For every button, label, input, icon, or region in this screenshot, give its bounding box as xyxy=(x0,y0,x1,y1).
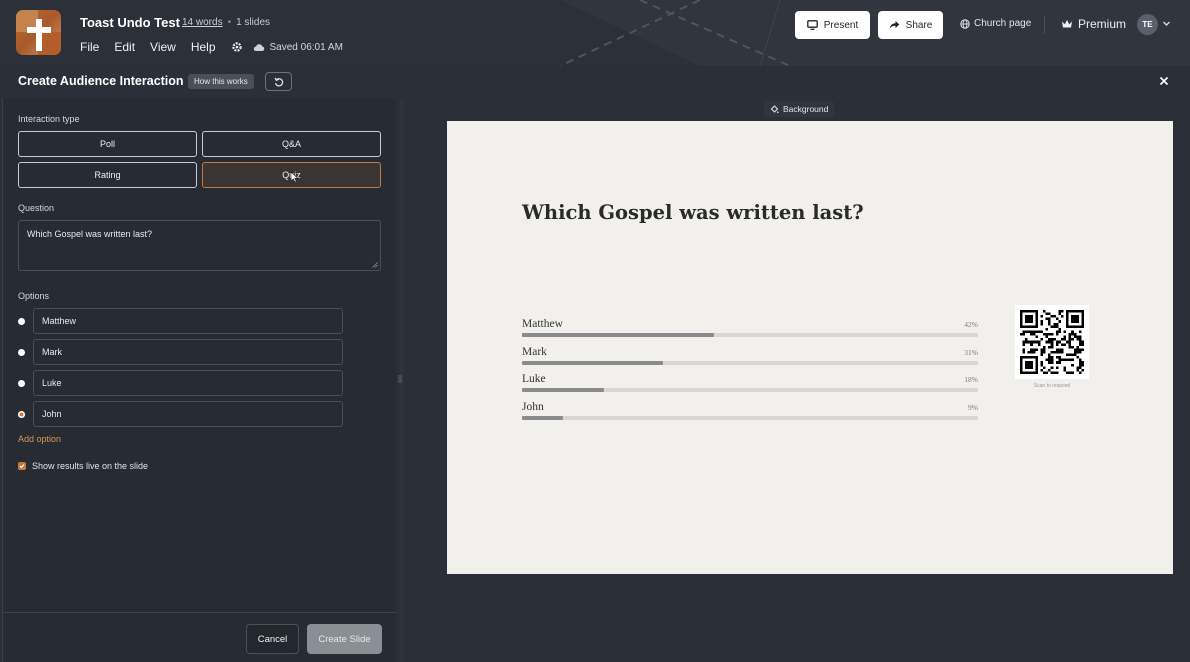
church-page-link[interactable]: Church page xyxy=(960,18,1031,29)
result-track xyxy=(522,361,978,365)
option-input[interactable]: Luke xyxy=(33,370,343,396)
menu-help[interactable]: Help xyxy=(191,40,216,54)
mouse-cursor-icon xyxy=(290,171,299,183)
correct-answer-radio[interactable] xyxy=(18,410,25,418)
menu-bar: File Edit View Help Saved 06:01 AM xyxy=(80,40,343,54)
menu-file[interactable]: File xyxy=(80,40,99,54)
saved-text: Saved 06:01 AM xyxy=(269,41,343,53)
chevron-down-icon[interactable] xyxy=(1162,19,1171,28)
result-bar: John 9% xyxy=(522,401,978,423)
result-track xyxy=(522,416,978,420)
add-option-link[interactable]: Add option xyxy=(18,434,61,444)
slide-canvas[interactable]: Which Gospel was written last? Matthew 4… xyxy=(447,121,1173,574)
interaction-type-label: Interaction type xyxy=(18,114,80,124)
qr-code-icon xyxy=(1020,310,1084,374)
drag-handle-icon[interactable] xyxy=(398,374,402,384)
background-label: Background xyxy=(783,104,829,114)
result-bar: Matthew 42% xyxy=(522,318,978,340)
show-results-label: Show results live on the slide xyxy=(32,461,149,471)
result-percent: 9% xyxy=(968,403,978,412)
slide-question: Which Gospel was written last? xyxy=(522,201,864,224)
result-label: Matthew xyxy=(522,318,563,330)
crown-icon xyxy=(1062,20,1072,28)
result-percent: 31% xyxy=(964,348,978,357)
result-label: Mark xyxy=(522,346,547,358)
option-row: Luke xyxy=(18,370,343,396)
option-radio[interactable] xyxy=(18,379,25,387)
question-text: Which Gospel was written last? xyxy=(27,229,153,239)
footer-divider xyxy=(3,612,397,613)
option-radio[interactable] xyxy=(18,348,25,356)
app-header: Toast Undo Test 14 words • 1 slides File… xyxy=(0,0,1190,66)
share-label: Share xyxy=(905,19,933,31)
type-qa-button[interactable]: Q&A xyxy=(202,131,381,157)
checkmark-icon xyxy=(19,464,25,469)
save-status: Saved 06:01 AM xyxy=(253,42,343,53)
header-decoration xyxy=(559,0,1190,66)
menu-edit[interactable]: Edit xyxy=(114,40,135,54)
gear-icon[interactable] xyxy=(231,41,243,53)
question-textarea[interactable]: Which Gospel was written last? xyxy=(18,220,381,271)
result-fill xyxy=(522,333,714,337)
present-label: Present xyxy=(823,19,859,31)
header-divider xyxy=(1044,16,1045,34)
document-title[interactable]: Toast Undo Test xyxy=(80,15,180,30)
show-results-toggle[interactable]: Show results live on the slide xyxy=(18,461,148,471)
globe-icon xyxy=(960,18,970,29)
share-arrow-icon xyxy=(889,21,899,29)
result-track xyxy=(522,388,978,392)
option-input[interactable]: Matthew xyxy=(33,308,343,334)
result-label: Luke xyxy=(522,373,546,385)
undo-icon xyxy=(273,77,283,86)
background-button[interactable]: Background xyxy=(764,101,835,117)
premium-label: Premium xyxy=(1078,17,1127,31)
type-poll-button[interactable]: Poll xyxy=(18,131,197,157)
avatar[interactable]: TE xyxy=(1137,14,1158,35)
result-fill xyxy=(522,416,564,420)
result-track xyxy=(522,333,978,337)
slide-preview-area: Background Which Gospel was written last… xyxy=(404,98,1190,662)
qr-code xyxy=(1015,305,1089,379)
result-bar: Luke 18% xyxy=(522,373,978,395)
result-fill xyxy=(522,388,605,392)
result-fill xyxy=(522,361,664,365)
result-bar: Mark 31% xyxy=(522,346,978,368)
paint-bucket-icon xyxy=(770,104,779,113)
option-row: John xyxy=(18,401,343,427)
result-percent: 18% xyxy=(964,375,978,384)
close-icon[interactable] xyxy=(1158,75,1170,87)
share-button[interactable]: Share xyxy=(878,11,943,39)
word-count[interactable]: 14 words xyxy=(182,17,223,28)
interaction-form-panel: Interaction type Poll Q&A Rating Quiz Qu… xyxy=(2,98,397,662)
how-this-works-button[interactable]: How this works xyxy=(188,74,254,89)
show-results-checkbox[interactable] xyxy=(18,462,26,470)
menu-view[interactable]: View xyxy=(150,40,176,54)
result-label: John xyxy=(522,401,544,413)
option-row: Mark xyxy=(18,339,343,365)
result-percent: 42% xyxy=(964,320,978,329)
option-row: Matthew xyxy=(18,308,343,334)
meta-separator: • xyxy=(227,17,232,28)
qr-caption: Scan to respond xyxy=(1033,383,1071,389)
premium-link[interactable]: Premium xyxy=(1061,17,1126,31)
panel-title: Create Audience Interaction xyxy=(18,74,184,88)
slide-count: 1 slides xyxy=(236,17,270,28)
question-label: Question xyxy=(18,203,55,213)
resize-handle-icon[interactable] xyxy=(372,262,378,268)
cloud-icon xyxy=(253,43,264,51)
options-label: Options xyxy=(18,291,50,301)
present-button[interactable]: Present xyxy=(795,11,870,39)
option-radio[interactable] xyxy=(18,317,25,325)
create-slide-button[interactable]: Create Slide xyxy=(307,624,382,654)
church-page-label: Church page xyxy=(974,18,1032,29)
app-logo[interactable] xyxy=(16,10,61,55)
option-input[interactable]: Mark xyxy=(33,339,343,365)
document-meta: 14 words • 1 slides xyxy=(182,17,270,28)
monitor-icon xyxy=(806,20,818,30)
reset-button[interactable] xyxy=(265,72,292,91)
option-input[interactable]: John xyxy=(33,401,343,427)
cancel-button[interactable]: Cancel xyxy=(246,624,299,654)
type-rating-button[interactable]: Rating xyxy=(18,162,197,188)
panel-title-bar: Create Audience Interaction How this wor… xyxy=(0,66,1190,98)
